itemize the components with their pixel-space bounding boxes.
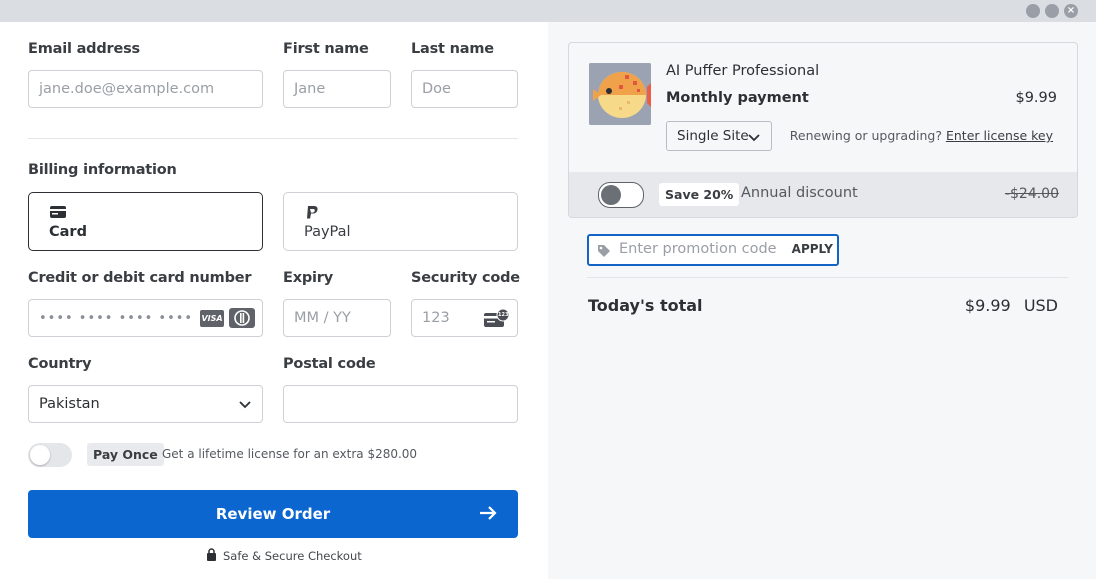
toggle-knob bbox=[30, 445, 50, 465]
last-name-placeholder: Doe bbox=[422, 81, 451, 97]
secure-checkout: Safe & Secure Checkout bbox=[206, 548, 362, 564]
pay-once-toggle[interactable] bbox=[28, 443, 72, 467]
order-summary: AI Puffer Professional Monthly payment $… bbox=[548, 22, 1096, 579]
review-order-label: Review Order bbox=[215, 505, 331, 523]
renew-prompt: Renewing or upgrading? bbox=[789, 128, 942, 143]
license-key-link[interactable]: Enter license key bbox=[946, 128, 1053, 143]
first-name-field[interactable]: Jane bbox=[283, 70, 391, 108]
review-order-button[interactable]: Review Order bbox=[28, 490, 518, 538]
renew-text: Renewing or upgrading? Enter license key bbox=[790, 128, 1053, 143]
checkout-form: Email address jane.doe@example.com First… bbox=[0, 22, 548, 579]
currency-label: USD bbox=[1023, 296, 1058, 315]
plan-label: Monthly payment bbox=[666, 90, 809, 106]
annual-discount-toggle[interactable] bbox=[598, 182, 644, 208]
arrow-right-icon bbox=[478, 504, 498, 526]
save-badge: Save 20% bbox=[659, 183, 740, 206]
site-option-select[interactable]: Single Site bbox=[666, 121, 772, 151]
security-code-label: Security code bbox=[411, 270, 520, 286]
billing-heading: Billing information bbox=[28, 162, 177, 178]
card-number-label: Credit or debit card number bbox=[28, 270, 252, 286]
card-number-placeholder: •••• •••• •••• •••• bbox=[39, 310, 194, 326]
country-label: Country bbox=[28, 356, 92, 372]
country-value: Pakistan bbox=[39, 396, 100, 412]
country-select[interactable]: Pakistan bbox=[28, 385, 263, 423]
close-icon: × bbox=[1066, 5, 1076, 16]
email-field[interactable]: jane.doe@example.com bbox=[28, 70, 263, 108]
email-label: Email address bbox=[28, 41, 140, 57]
first-name-placeholder: Jane bbox=[294, 81, 326, 97]
promo-code-field[interactable]: Enter promotion code APPLY bbox=[587, 234, 839, 266]
expiry-label: Expiry bbox=[283, 270, 334, 286]
email-placeholder: jane.doe@example.com bbox=[39, 81, 215, 97]
security-code-placeholder: 123 bbox=[422, 310, 450, 326]
postal-code-label: Postal code bbox=[283, 356, 376, 372]
expiry-field[interactable]: MM / YY bbox=[283, 299, 391, 337]
last-name-field[interactable]: Doe bbox=[411, 70, 518, 108]
tag-icon bbox=[597, 243, 611, 262]
window-titlebar: × bbox=[0, 0, 1096, 22]
pufferfish-icon bbox=[589, 63, 651, 125]
card-number-field[interactable]: •••• •••• •••• •••• VISA bbox=[28, 299, 263, 337]
paypal-icon bbox=[304, 205, 320, 225]
minimize-button[interactable] bbox=[1026, 4, 1040, 18]
last-name-label: Last name bbox=[411, 41, 494, 57]
pay-once-pill: Pay Once bbox=[87, 443, 164, 466]
maximize-button[interactable] bbox=[1045, 4, 1059, 18]
chevron-down-icon bbox=[747, 131, 761, 147]
promo-placeholder: Enter promotion code bbox=[619, 241, 777, 257]
lock-icon bbox=[206, 548, 217, 564]
payment-method-paypal[interactable]: PayPal bbox=[283, 192, 518, 251]
postal-code-field[interactable] bbox=[283, 385, 518, 423]
plan-price: $9.99 bbox=[1015, 90, 1057, 106]
close-button[interactable]: × bbox=[1064, 4, 1078, 18]
annual-discount-label: Annual discount bbox=[741, 185, 858, 201]
annual-discount-row: Save 20% Annual discount -$24.00 bbox=[569, 172, 1077, 217]
divider bbox=[28, 138, 518, 139]
cvc-card-icon: 123 bbox=[484, 308, 510, 333]
divider bbox=[587, 277, 1068, 278]
credit-card-icon bbox=[49, 205, 67, 223]
chevron-down-icon bbox=[238, 398, 252, 414]
toggle-knob bbox=[601, 185, 621, 205]
discount-amount: -$24.00 bbox=[1004, 186, 1059, 202]
product-name: AI Puffer Professional bbox=[666, 63, 820, 79]
total-value: $9.99 USD bbox=[965, 296, 1058, 315]
paypal-label: PayPal bbox=[304, 224, 351, 240]
visa-icon: VISA bbox=[200, 310, 224, 327]
apply-button[interactable]: APPLY bbox=[792, 242, 833, 256]
payment-method-card[interactable]: Card bbox=[28, 192, 263, 251]
security-code-field[interactable]: 123 123 bbox=[411, 299, 518, 337]
first-name-label: First name bbox=[283, 41, 369, 57]
pay-once-text: Get a lifetime license for an extra $280… bbox=[162, 447, 418, 461]
site-option-value: Single Site bbox=[677, 128, 749, 144]
product-card: AI Puffer Professional Monthly payment $… bbox=[568, 42, 1078, 218]
cvc-badge-text: 123 bbox=[498, 312, 509, 318]
total-label: Today's total bbox=[588, 296, 703, 315]
total-amount: $9.99 bbox=[964, 296, 1011, 315]
expiry-placeholder: MM / YY bbox=[294, 310, 351, 326]
card-label: Card bbox=[49, 224, 87, 240]
secure-text: Safe & Secure Checkout bbox=[223, 549, 362, 563]
diners-icon bbox=[229, 308, 255, 328]
